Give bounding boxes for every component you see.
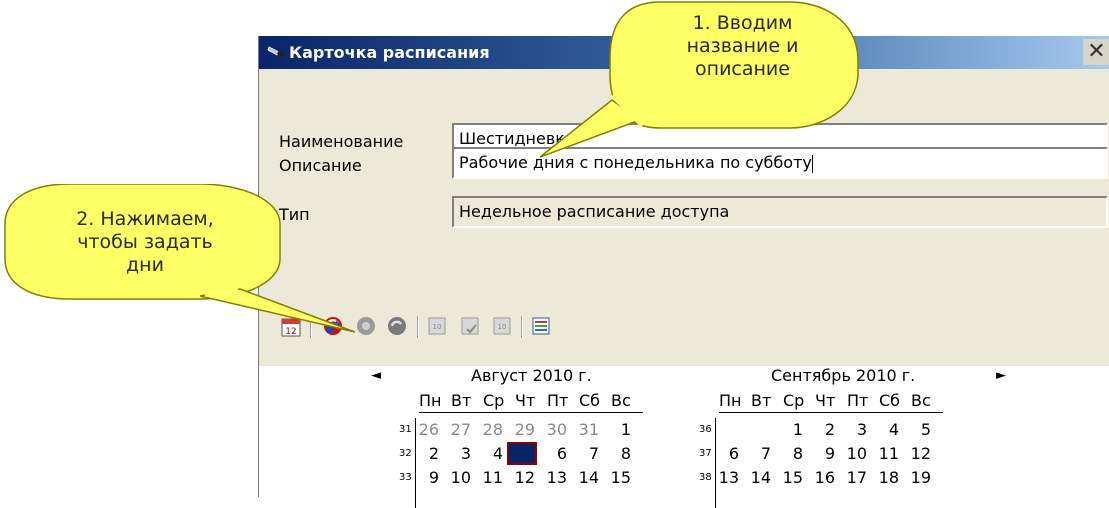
toolbar: 12 10 10 [259,314,1109,342]
week-number: 33 [399,472,412,483]
flashlight-icon [267,46,285,57]
calendar-day[interactable]: 26 [413,420,439,439]
weekday-header: Пн [419,391,442,410]
weekday-divider [419,412,643,413]
calendar-day[interactable]: 15 [777,468,803,487]
weekday-header: Вс [611,391,631,410]
calendar-day[interactable]: 13 [713,468,739,487]
calendar-day[interactable]: 13 [541,468,567,487]
week-number: 38 [699,472,712,483]
week-number: 37 [699,448,712,459]
weekday-header: Вт [451,391,472,410]
weekday-header: Чт [515,391,536,410]
calendar-day[interactable]: 6 [541,444,567,463]
calendar-day[interactable]: 2 [809,420,835,439]
day-grey-1-icon[interactable]: 10 [425,314,449,338]
calendar-day[interactable]: 4 [477,444,503,463]
weekday-header: Вс [911,391,931,410]
calendar-day[interactable]: 12 [509,468,535,487]
description-label: Описание [279,156,362,175]
calendar-day[interactable]: 11 [477,468,503,487]
calendar-day[interactable]: 4 [873,420,899,439]
calendar-day[interactable]: 14 [573,468,599,487]
refresh-dark-icon[interactable] [385,314,409,338]
weekday-header: Ср [783,391,805,410]
calendar-day[interactable]: 3 [841,420,867,439]
next-month-button[interactable]: ► [996,368,1006,383]
calendar-day[interactable]: 17 [841,468,867,487]
name-label: Наименование [279,132,404,151]
week-number: 32 [399,448,412,459]
calendar-day[interactable]: 15 [605,468,631,487]
calendar-day[interactable]: 12 [905,444,931,463]
calendar-day[interactable]: 27 [445,420,471,439]
weekday-header: Пн [719,391,742,410]
calendar-day[interactable]: 10 [841,444,867,463]
weekday-header: Вт [751,391,772,410]
calendar-day[interactable]: 9 [809,444,835,463]
day-grey-2-icon[interactable]: 10 [490,314,514,338]
weekday-header: Ср [483,391,505,410]
svg-text:10: 10 [498,323,507,331]
month-title-september: Сентябрь 2010 г. [771,366,916,385]
calendar-day[interactable]: 1 [605,420,631,439]
close-button[interactable]: ✕ [1083,39,1109,65]
weekday-header: Пт [847,391,869,410]
day-check-icon[interactable] [458,314,482,338]
type-field: Недельное расписание доступа [452,196,1108,228]
weekday-header: Сб [879,391,901,410]
svg-text:10: 10 [433,323,442,331]
calendar-day[interactable]: 5 [905,420,931,439]
callout-1-text: 1. Вводим название и описание [686,12,799,80]
month-title-august: Август 2010 г. [471,366,592,385]
calendar-day[interactable]: 2 [413,444,439,463]
toolbar-separator [521,316,523,338]
calendar-day[interactable]: 10 [445,468,471,487]
calendar-day[interactable]: 9 [413,468,439,487]
calendar-day[interactable]: 7 [573,444,599,463]
window-title: Карточка расписания [289,43,490,62]
calendar-day[interactable]: 11 [873,444,899,463]
calendar-day-selected[interactable]: 5 [507,442,537,465]
weekday-header: Сб [579,391,601,410]
week-number-divider [715,418,716,508]
calendar-day[interactable]: 14 [745,468,771,487]
calendar-day[interactable]: 18 [873,468,899,487]
callout-2-text: 2. Нажимаем, чтобы задать дни [76,208,214,276]
calendar-day[interactable]: 7 [745,444,771,463]
week-number: 31 [399,424,412,435]
calendar-day[interactable]: 30 [541,420,567,439]
calendar-day[interactable]: 8 [777,444,803,463]
weekday-header: Чт [815,391,836,410]
type-value: Недельное расписание доступа [459,202,730,221]
calendar-day[interactable]: 16 [809,468,835,487]
calendar-day[interactable]: 8 [605,444,631,463]
calendar-day[interactable]: 1 [777,420,803,439]
week-number: 36 [699,424,712,435]
calendar-day[interactable]: 3 [445,444,471,463]
calendar-day[interactable]: 29 [509,420,535,439]
calendar-day[interactable]: 19 [905,468,931,487]
grid-color-icon[interactable] [529,314,553,338]
weekday-header: Пт [547,391,569,410]
calendar-day[interactable]: 28 [477,420,503,439]
calendar-day[interactable]: 6 [713,444,739,463]
calendar-area: ◄ ► Август 2010 г. Сентябрь 2010 г. Пн Вт… [259,366,1109,508]
weekday-divider [719,412,943,413]
toolbar-separator [417,316,419,338]
calendar-day[interactable]: 31 [573,420,599,439]
prev-month-button[interactable]: ◄ [371,368,381,383]
